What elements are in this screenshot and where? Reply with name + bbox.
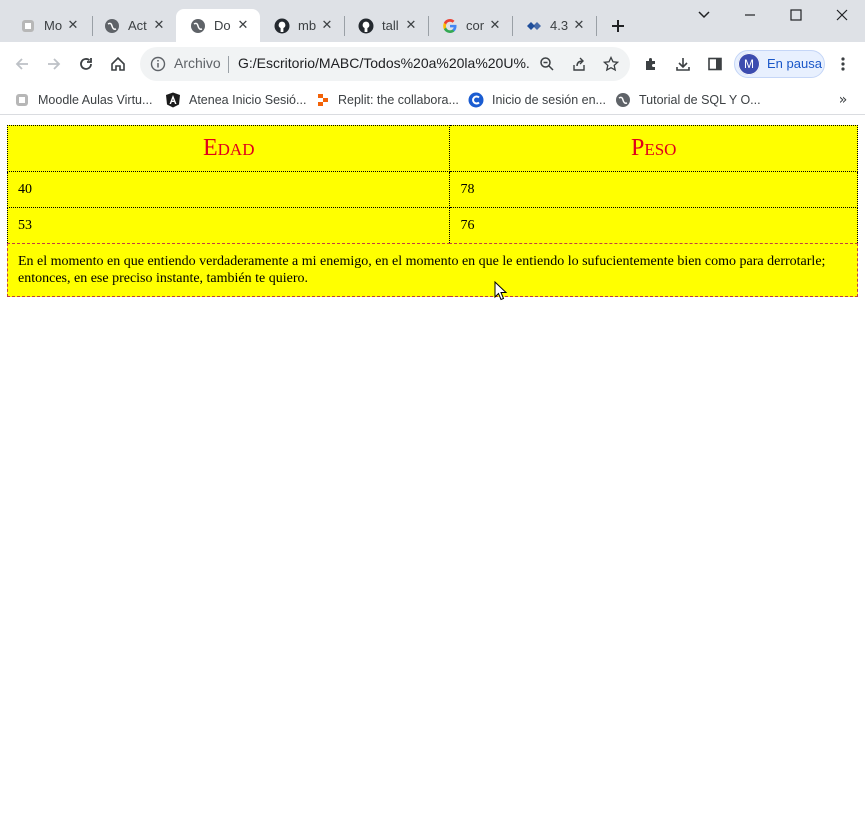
address-bar[interactable]: Archivo G:/Escritorio/MABC/Todos%20a%20l… [140,47,630,81]
bookmark-item[interactable]: Inicio de sesión en... [468,90,606,110]
tab-title: Act [128,18,147,33]
bookmark-star-icon[interactable] [602,55,620,73]
close-tab-icon[interactable]: ✕ [488,18,502,33]
address-url[interactable]: G:/Escritorio/MABC/Todos%20a%20la%20U%..… [238,55,530,71]
chevron-down-icon [698,11,710,19]
browser-tab[interactable]: Act ✕ [90,9,176,42]
downloads-button[interactable] [672,53,694,75]
bookmark-item[interactable]: Moodle Aulas Virtu... [14,90,152,110]
globe-icon [190,18,206,34]
file-scheme-label: Archivo [174,55,221,71]
plus-icon [612,20,624,32]
github-icon [358,18,374,34]
tab-title: tall [382,18,399,33]
table-header-row: Edad Peso [6,125,858,172]
menu-button[interactable] [832,53,854,75]
browser-toolbar: Archivo G:/Escritorio/MABC/Todos%20a%20l… [0,42,865,86]
table-row: 40 78 [6,171,858,208]
mouse-cursor-icon [494,281,508,301]
diamond-icon [526,18,542,34]
browser-tab[interactable]: mb ✕ [260,9,344,42]
reload-button[interactable] [75,53,97,75]
close-tab-icon[interactable]: ✕ [66,18,80,33]
bookmark-label: Tutorial de SQL Y O... [639,93,761,107]
info-icon[interactable] [150,56,166,72]
c-logo-icon [468,92,484,108]
quote-cell: En el momento en que entiendo verdaderam… [7,243,858,297]
kebab-menu-icon [841,57,845,71]
reload-icon [80,58,92,70]
browser-tab[interactable]: Mo ✕ [6,9,90,42]
avatar: M [738,53,760,75]
tab-search-button[interactable] [690,4,718,26]
profile-button[interactable]: M En pausa [734,50,825,78]
bookmark-label: Moodle Aulas Virtu... [38,93,153,107]
zoom-icon[interactable] [538,55,556,73]
moodle-icon [14,92,30,108]
column-header-edad: Edad [6,125,451,172]
moodle-icon [20,18,36,34]
tab-title: mb [298,18,317,33]
close-icon [836,9,848,21]
back-button[interactable] [11,53,33,75]
browser-tab[interactable]: 4.3 ✕ [512,9,596,42]
arrow-right-icon [48,58,61,70]
close-tab-icon[interactable]: ✕ [572,18,586,33]
home-icon [111,56,125,71]
globe-icon [104,18,120,34]
bookmarks-bar: Moodle Aulas Virtu... Atenea Inicio Sesi… [0,86,865,115]
angular-icon [165,92,181,108]
browser-tab-active[interactable]: Do ✕ [176,9,260,42]
close-tab-icon[interactable]: ✕ [404,18,418,33]
new-tab-button[interactable] [607,15,629,37]
page-viewport: Edad Peso 40 78 53 76 En el momento en q… [0,115,865,827]
table-cell: 76 [449,207,858,244]
more-bookmarks-button[interactable]: » [834,90,852,110]
browser-tab[interactable]: tall ✕ [344,9,428,42]
table-cell: 53 [6,207,451,244]
download-icon [676,58,690,71]
browser-tab[interactable]: cor ✕ [428,9,512,42]
minimize-button[interactable] [736,4,764,26]
bookmark-item[interactable]: Replit: the collabora... [314,90,459,110]
forward-button[interactable] [43,53,65,75]
bookmark-item[interactable]: Atenea Inicio Sesió... [165,90,306,110]
extensions-button[interactable] [640,53,662,75]
tab-title: cor [466,18,485,33]
maximize-icon [790,9,802,21]
tab-divider [596,16,597,36]
minimize-icon [745,14,755,16]
column-header-peso: Peso [449,125,858,172]
close-tab-icon[interactable]: ✕ [152,18,166,33]
side-panel-icon [708,57,722,71]
table-row: 53 76 [6,207,858,244]
address-divider [228,56,229,73]
puzzle-icon [646,58,655,70]
tab-strip: Mo ✕ Act ✕ Do ✕ mb ✕ tall ✕ cor ✕ 4.3 ✕ [0,0,865,42]
bookmark-label: Inicio de sesión en... [492,93,606,107]
table-cell: 78 [449,171,858,208]
bookmark-item[interactable]: Tutorial de SQL Y O... [615,90,761,110]
quote-row: En el momento en que entiendo verdaderam… [7,243,858,297]
close-tab-icon[interactable]: ✕ [320,18,334,33]
data-table: Edad Peso 40 78 53 76 En el momento en q… [6,125,858,297]
globe-icon [615,92,631,108]
close-tab-icon[interactable]: ✕ [236,18,250,33]
share-icon[interactable] [570,55,588,73]
table-cell: 40 [6,171,451,208]
bookmark-label: Atenea Inicio Sesió... [189,93,307,107]
maximize-button[interactable] [782,4,810,26]
replit-icon [314,92,330,108]
arrow-left-icon [15,58,28,70]
github-icon [274,18,290,34]
tab-title: Mo [44,18,63,33]
side-panel-button[interactable] [704,53,726,75]
google-icon [442,18,458,34]
tab-title: 4.3 [550,18,569,33]
home-button[interactable] [107,53,129,75]
profile-status: En pausa [767,56,822,71]
tab-title: Do [214,18,231,33]
close-window-button[interactable] [828,4,856,26]
bookmark-label: Replit: the collabora... [338,93,459,107]
